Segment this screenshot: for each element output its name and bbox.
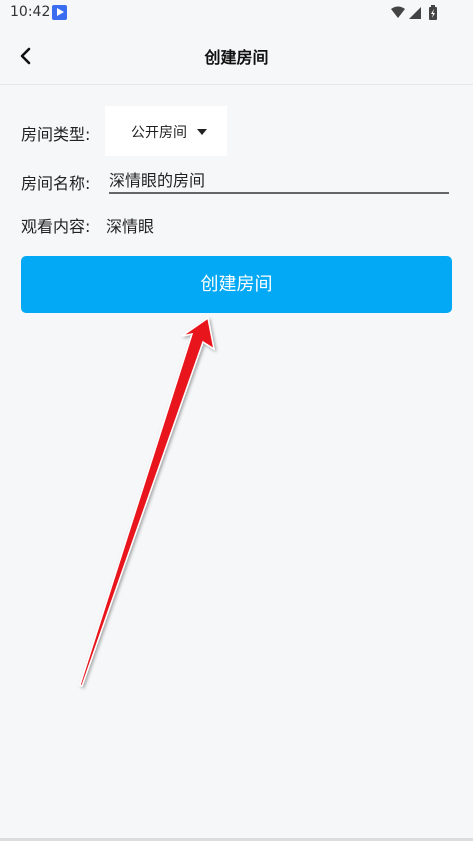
caret-down-icon <box>197 129 207 135</box>
status-bar: 10:42 <box>0 0 473 26</box>
room-name-input[interactable] <box>109 166 449 194</box>
room-name-label: 房间名称: <box>21 174 91 193</box>
wifi-icon <box>391 6 405 18</box>
room-type-label: 房间类型: <box>21 125 91 144</box>
room-type-value: 公开房间 <box>131 125 187 141</box>
status-icons <box>391 5 437 20</box>
app-header: 创建房间 <box>0 26 473 85</box>
page-title: 创建房间 <box>204 48 269 67</box>
battery-icon <box>429 5 437 20</box>
signal-icon <box>409 7 421 19</box>
watch-content-value: 深情眼 <box>106 217 155 236</box>
notification-app-icon <box>52 5 67 20</box>
create-room-button[interactable]: 创建房间 <box>21 256 452 313</box>
room-type-dropdown[interactable]: 公开房间 <box>105 106 227 156</box>
status-time: 10:42 <box>10 4 51 20</box>
arrow-shape <box>79 316 216 688</box>
watch-content-label: 观看内容: <box>21 217 91 236</box>
